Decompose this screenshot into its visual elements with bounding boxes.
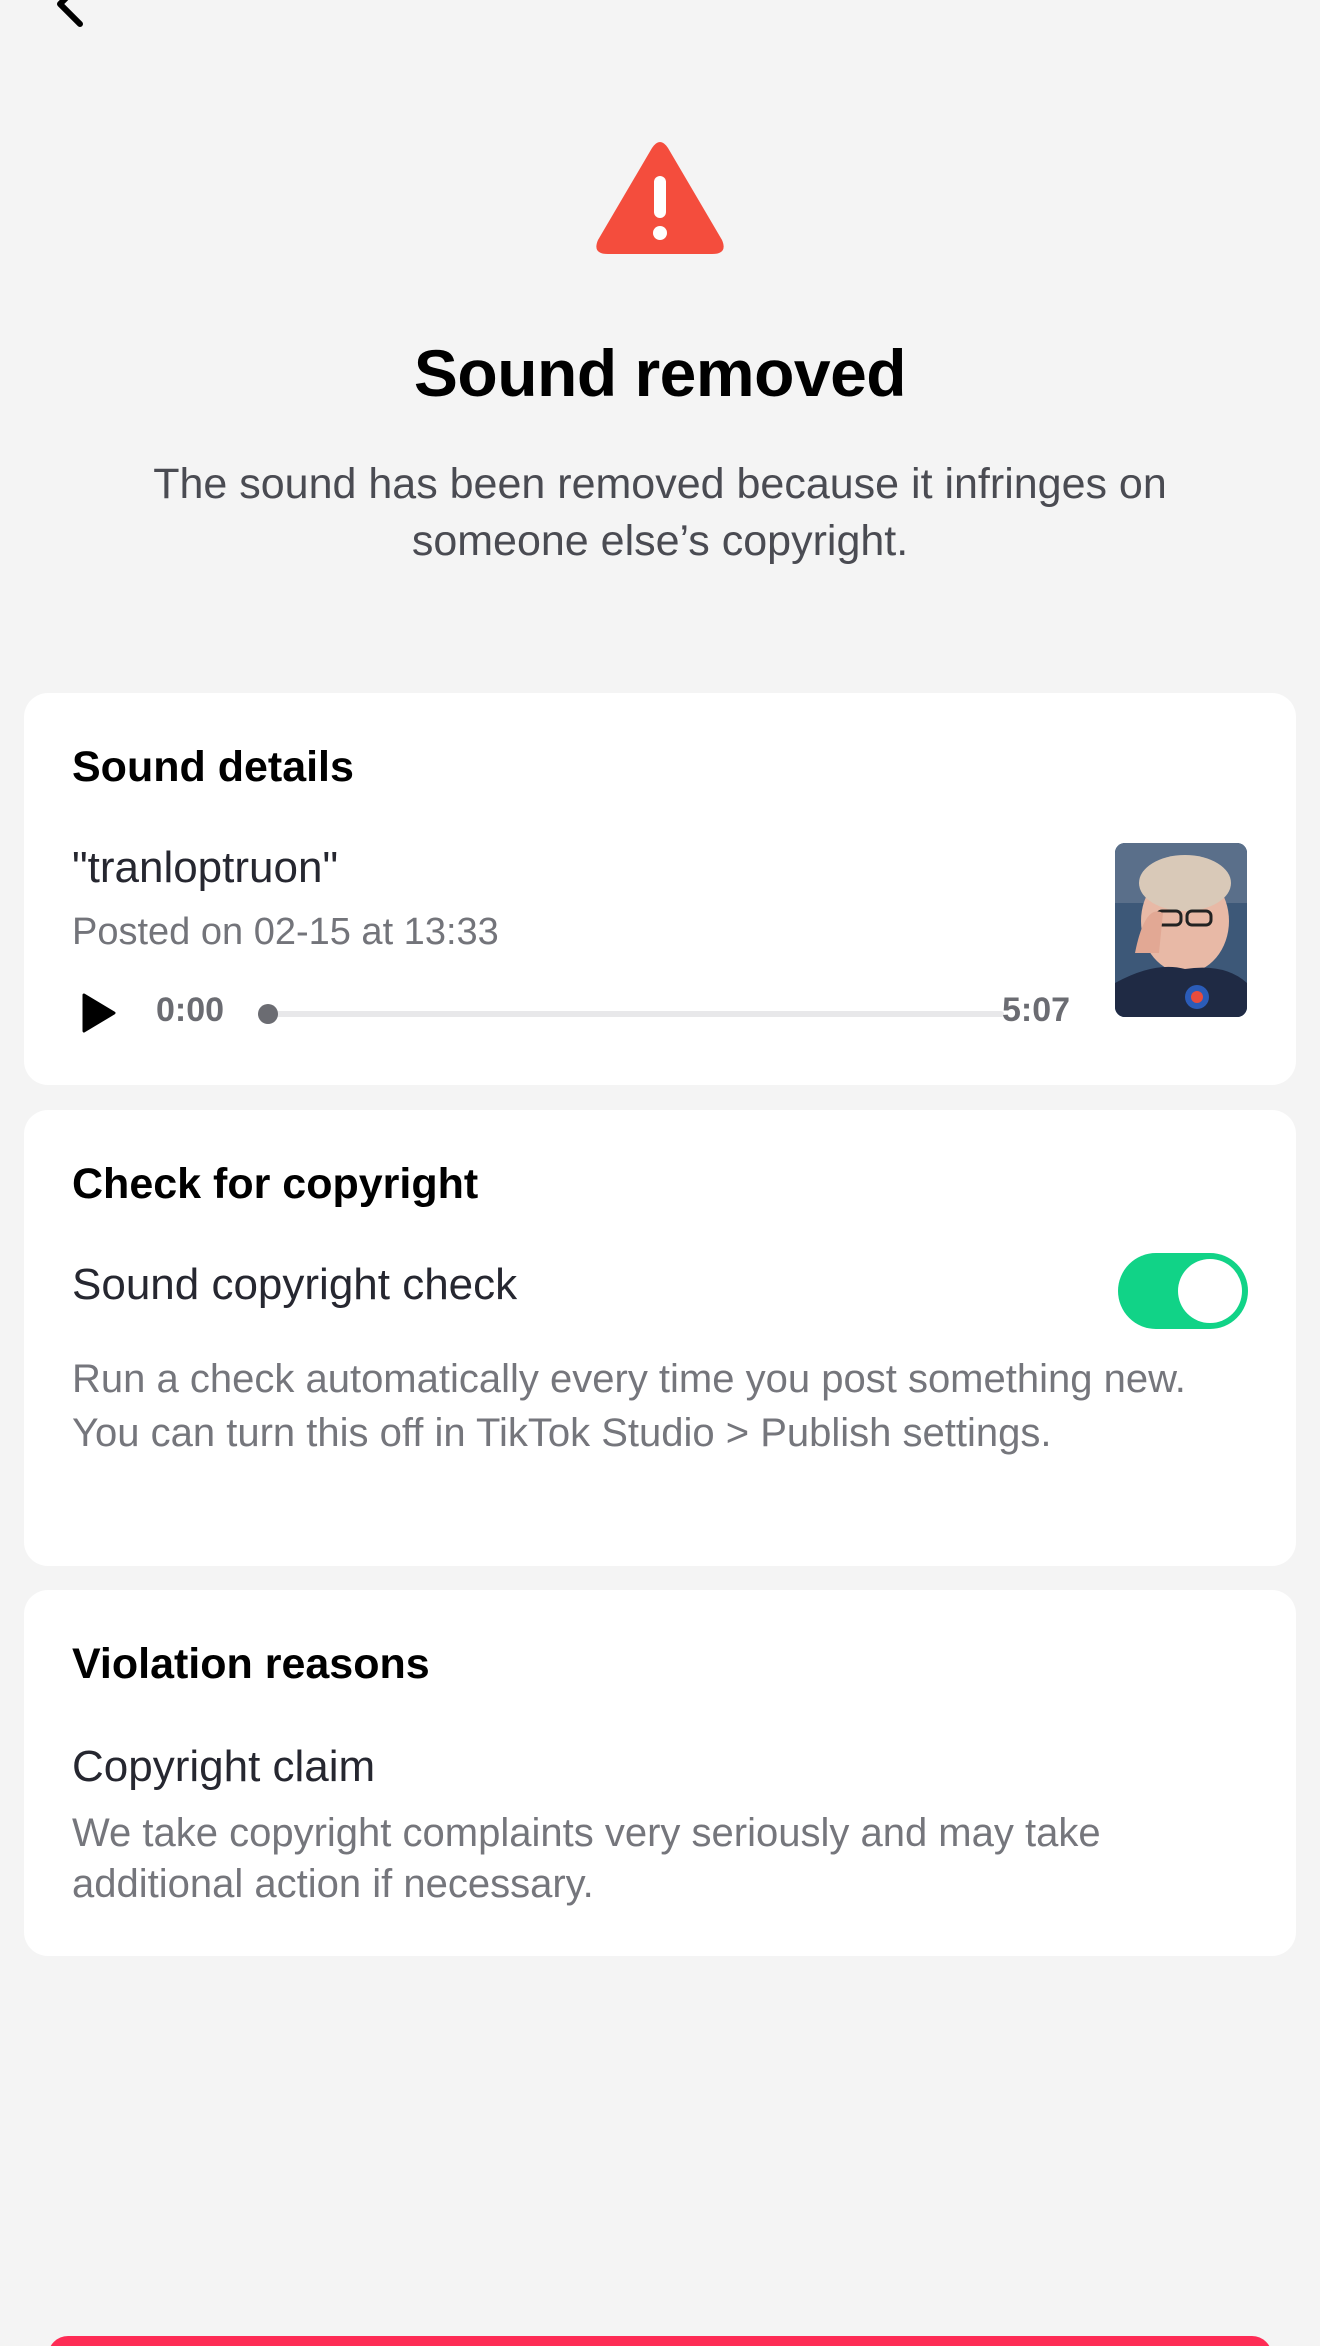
copyright-check-card: Check for copyright Sound copyright chec… (24, 1110, 1296, 1566)
posted-date: Posted on 02-15 at 13:33 (72, 911, 499, 953)
sound-details-card: Sound details "tranloptruon" Posted on 0… (24, 693, 1296, 1085)
current-time: 0:00 (156, 991, 225, 1029)
play-icon (82, 993, 116, 1033)
copyright-check-heading: Check for copyright (72, 1160, 479, 1208)
violation-reason: Copyright claim (72, 1742, 376, 1791)
violation-description: We take copyright complaints very seriou… (72, 1811, 1101, 1906)
audio-progress-track[interactable] (274, 1011, 1004, 1017)
copyright-check-toggle[interactable] (1118, 1253, 1248, 1329)
sound-removed-page: Sound removed The sound has been removed… (0, 0, 1320, 2346)
chevron-left-icon (57, 0, 83, 27)
warning-triangle-icon (594, 140, 726, 258)
audio-scrubber-handle[interactable] (258, 1004, 278, 1024)
violation-reasons-card: Violation reasons Copyright claim We tak… (24, 1590, 1296, 1956)
back-button[interactable] (40, 0, 100, 30)
removal-description: The sound has been removed because it in… (153, 460, 1167, 565)
sound-cover-image (1115, 843, 1247, 1017)
bottom-action-button[interactable] (48, 2336, 1272, 2346)
sound-name: "tranloptruon" (72, 843, 339, 892)
toggle-knob (1178, 1259, 1242, 1323)
duration: 5:07 (1002, 991, 1071, 1029)
violation-reasons-heading: Violation reasons (72, 1640, 430, 1688)
play-button[interactable] (76, 991, 120, 1035)
page-title: Sound removed (413, 336, 907, 410)
copyright-check-label: Sound copyright check (72, 1260, 518, 1309)
copyright-check-description: Run a check automatically every time you… (72, 1357, 1186, 1455)
sound-details-heading: Sound details (72, 743, 354, 791)
